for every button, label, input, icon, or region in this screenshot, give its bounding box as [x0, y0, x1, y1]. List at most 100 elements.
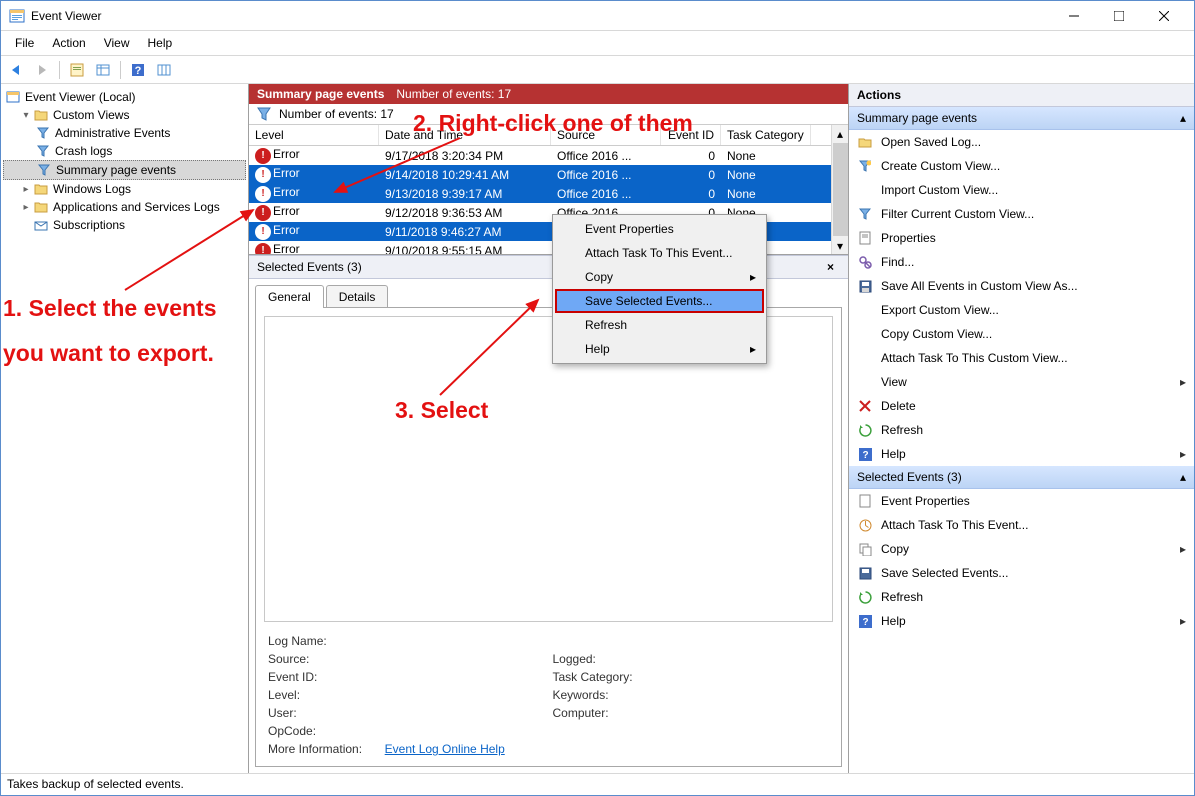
action-refresh[interactable]: Refresh — [849, 418, 1194, 442]
chevron-right-icon: ▸ — [1180, 375, 1186, 389]
error-icon: ! — [255, 167, 271, 183]
maximize-button[interactable] — [1096, 2, 1141, 30]
action-copy-event[interactable]: Copy▸ — [849, 537, 1194, 561]
action-export-view[interactable]: Export Custom View... — [849, 298, 1194, 322]
list-header-title: Summary page events — [257, 87, 384, 101]
view-icon — [857, 374, 873, 390]
toolbar: ? — [1, 56, 1194, 84]
help-icon: ? — [857, 446, 873, 462]
action-delete[interactable]: Delete — [849, 394, 1194, 418]
scroll-down-icon[interactable]: ▾ — [832, 237, 848, 254]
collapse-icon[interactable]: ▾ — [19, 110, 33, 121]
action-view-submenu[interactable]: View▸ — [849, 370, 1194, 394]
cm-refresh[interactable]: Refresh — [555, 313, 764, 337]
col-level[interactable]: Level — [249, 125, 379, 145]
action-help-selected[interactable]: ?Help▸ — [849, 609, 1194, 633]
tree-root[interactable]: Event Viewer (Local) — [3, 88, 246, 106]
help-toolbar-button[interactable]: ? — [127, 59, 149, 81]
actions-section-summary[interactable]: Summary page events▴ — [849, 107, 1194, 130]
cm-help[interactable]: Help▸ — [555, 337, 764, 361]
event-row[interactable]: !Error9/14/2018 10:29:41 AMOffice 2016 .… — [249, 165, 848, 184]
back-button[interactable] — [5, 59, 27, 81]
view-toolbar-button[interactable] — [92, 59, 114, 81]
menu-help[interactable]: Help — [140, 33, 181, 53]
cm-event-properties[interactable]: Event Properties — [555, 217, 764, 241]
title-bar: Event Viewer — [1, 1, 1194, 31]
filter-icon[interactable] — [257, 107, 271, 121]
action-find[interactable]: Find... — [849, 250, 1194, 274]
menu-bar: File Action View Help — [1, 31, 1194, 56]
scrollbar[interactable]: ▴ ▾ — [831, 125, 848, 254]
event-row[interactable]: !Error9/13/2018 9:39:17 AMOffice 2016 ..… — [249, 184, 848, 203]
cm-save-selected[interactable]: Save Selected Events... — [555, 289, 764, 313]
import-icon — [857, 182, 873, 198]
context-menu[interactable]: Event Properties Attach Task To This Eve… — [552, 214, 767, 364]
col-category[interactable]: Task Category — [721, 125, 811, 145]
error-icon: ! — [255, 243, 271, 255]
tree-crash-logs[interactable]: Crash logs — [3, 142, 246, 160]
close-details-button[interactable]: × — [821, 260, 840, 274]
tree-windows-logs[interactable]: ▸ Windows Logs — [3, 180, 246, 198]
event-row[interactable]: !Error9/17/2018 3:20:34 PMOffice 2016 ..… — [249, 146, 848, 165]
action-open-saved-log[interactable]: Open Saved Log... — [849, 130, 1194, 154]
filter-new-icon — [857, 158, 873, 174]
col-datetime[interactable]: Date and Time — [379, 125, 551, 145]
tree-apps-logs[interactable]: ▸ Applications and Services Logs — [3, 198, 246, 216]
expand-icon[interactable]: ▸ — [19, 202, 33, 213]
list-header-count: Number of events: 17 — [396, 87, 511, 101]
action-help[interactable]: ?Help▸ — [849, 442, 1194, 466]
actions-section-selected[interactable]: Selected Events (3)▴ — [849, 466, 1194, 489]
task-icon — [857, 517, 873, 533]
scroll-thumb[interactable] — [833, 143, 848, 236]
actions-pane: Actions Summary page events▴ Open Saved … — [849, 84, 1194, 773]
panes-toolbar-button[interactable] — [153, 59, 175, 81]
online-help-link[interactable]: Event Log Online Help — [385, 742, 505, 756]
col-source[interactable]: Source — [551, 125, 661, 145]
col-eventid[interactable]: Event ID — [661, 125, 721, 145]
collapse-icon[interactable]: ▴ — [1180, 470, 1186, 484]
properties-toolbar-button[interactable] — [66, 59, 88, 81]
action-attach-task-event[interactable]: Attach Task To This Event... — [849, 513, 1194, 537]
action-event-properties[interactable]: Event Properties — [849, 489, 1194, 513]
action-filter-view[interactable]: Filter Current Custom View... — [849, 202, 1194, 226]
eventviewer-icon — [5, 89, 21, 105]
save-icon — [857, 278, 873, 294]
action-properties[interactable]: Properties — [849, 226, 1194, 250]
tab-details[interactable]: Details — [326, 285, 389, 308]
cm-attach-task[interactable]: Attach Task To This Event... — [555, 241, 764, 265]
folder-icon — [33, 107, 49, 123]
forward-button[interactable] — [31, 59, 53, 81]
close-button[interactable] — [1141, 2, 1186, 30]
copy-icon — [857, 326, 873, 342]
cm-copy[interactable]: Copy▸ — [555, 265, 764, 289]
action-import-custom-view[interactable]: Import Custom View... — [849, 178, 1194, 202]
action-save-all-events[interactable]: Save All Events in Custom View As... — [849, 274, 1194, 298]
collapse-icon[interactable]: ▴ — [1180, 111, 1186, 125]
tree-admin-events[interactable]: Administrative Events — [3, 124, 246, 142]
center-pane: Summary page events Number of events: 17… — [249, 84, 849, 773]
action-attach-task-view[interactable]: Attach Task To This Custom View... — [849, 346, 1194, 370]
column-headers[interactable]: Level Date and Time Source Event ID Task… — [249, 125, 848, 146]
action-copy-view[interactable]: Copy Custom View... — [849, 322, 1194, 346]
expand-icon[interactable]: ▸ — [19, 184, 33, 195]
tree-subscriptions[interactable]: ▸ Subscriptions — [3, 216, 246, 234]
tree-summary-page[interactable]: Summary page events — [3, 160, 246, 180]
scroll-up-icon[interactable]: ▴ — [832, 125, 848, 142]
action-create-custom-view[interactable]: Create Custom View... — [849, 154, 1194, 178]
menu-view[interactable]: View — [96, 33, 138, 53]
filter-icon — [36, 162, 52, 178]
refresh-icon — [857, 589, 873, 605]
tab-general[interactable]: General — [255, 285, 324, 308]
tree-custom-views[interactable]: ▾ Custom Views — [3, 106, 246, 124]
copy-icon — [857, 541, 873, 557]
menu-file[interactable]: File — [7, 33, 42, 53]
minimize-button[interactable] — [1051, 2, 1096, 30]
action-refresh-selected[interactable]: Refresh — [849, 585, 1194, 609]
action-save-selected-events[interactable]: Save Selected Events... — [849, 561, 1194, 585]
list-header-bar: Summary page events Number of events: 17 — [249, 84, 848, 104]
folder-icon — [33, 181, 49, 197]
navigation-tree: Event Viewer (Local) ▾ Custom Views Admi… — [1, 84, 249, 773]
chevron-right-icon: ▸ — [750, 270, 756, 284]
menu-action[interactable]: Action — [44, 33, 93, 53]
error-icon: ! — [255, 148, 271, 164]
